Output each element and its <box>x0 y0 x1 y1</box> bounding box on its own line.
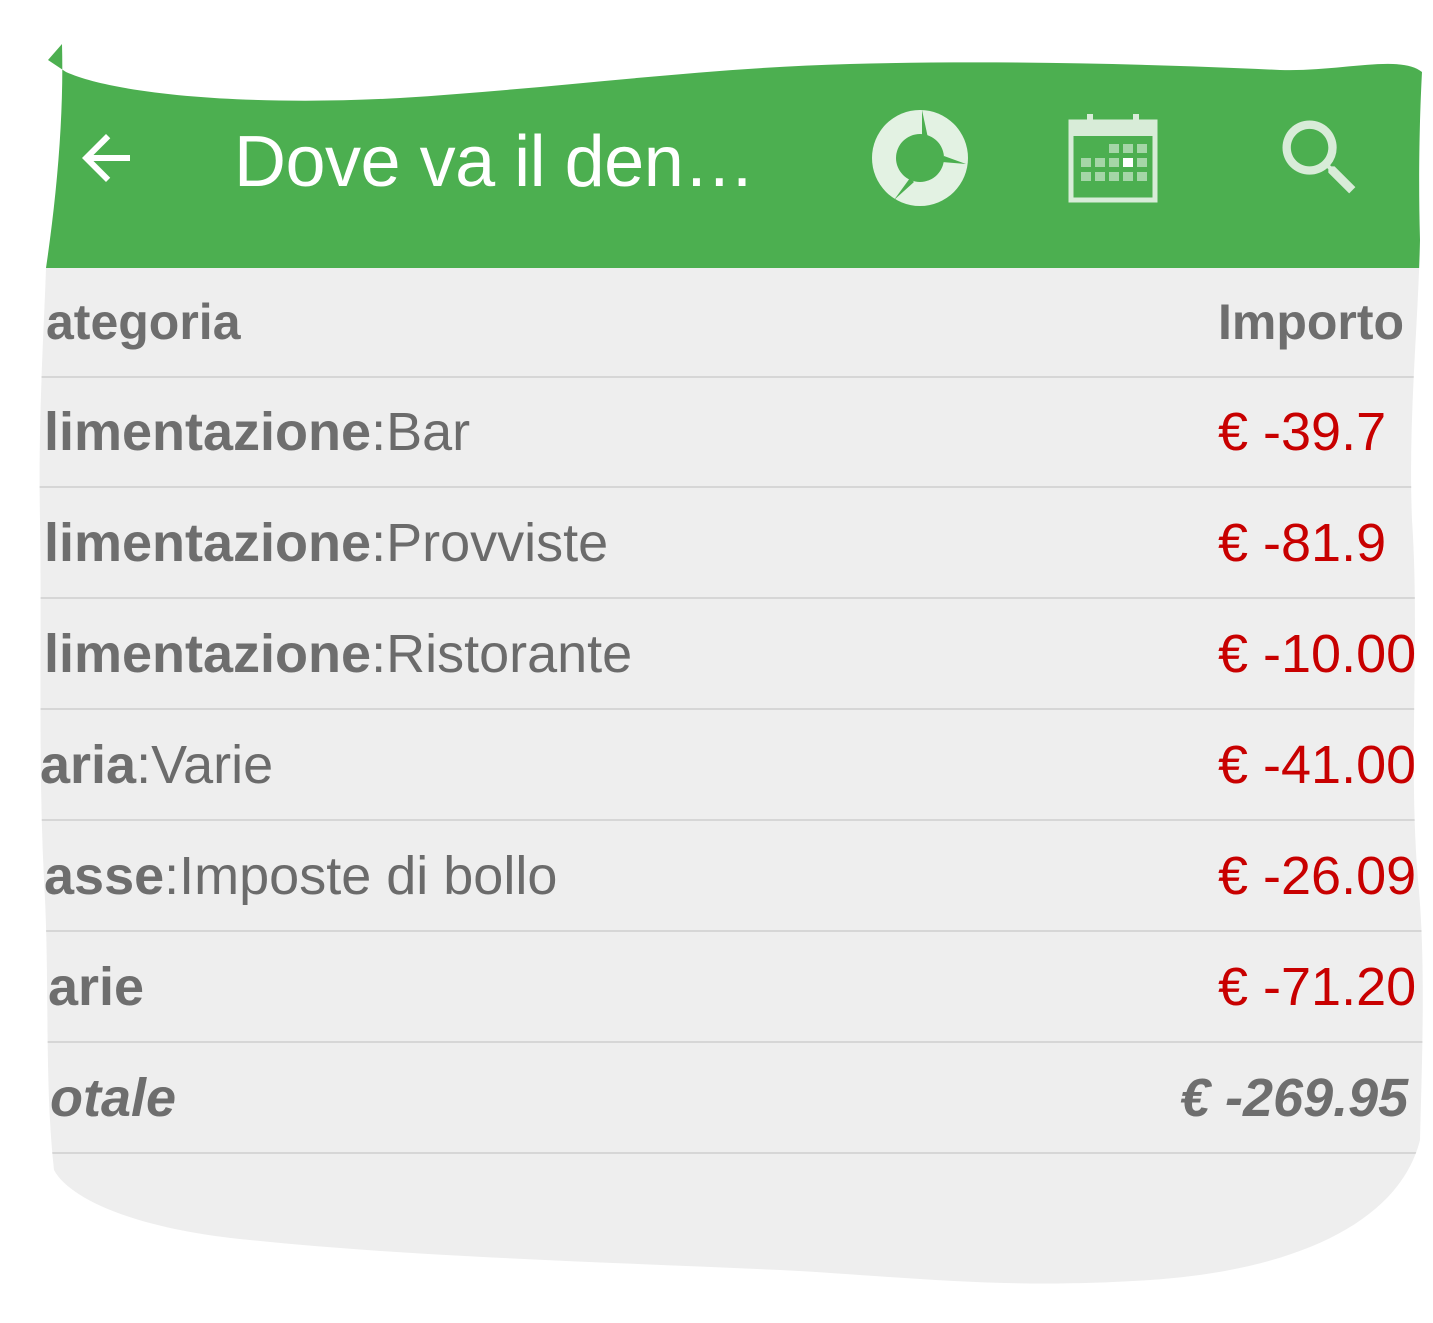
arrow-back-icon <box>70 122 142 194</box>
category-name: limentazione <box>44 402 372 462</box>
table-header: ategoria Importo <box>0 268 1433 378</box>
category-separator: : <box>136 735 152 795</box>
row-amount: € -71.20 <box>1218 957 1417 1017</box>
calendar-button[interactable] <box>1063 108 1163 208</box>
row-category-cell: limentazione : Ristorante <box>44 600 632 708</box>
torn-paper-frame: Dove va il den… ategoria Importo limenta… <box>0 0 1433 1323</box>
page-title: Dove va il den… <box>234 122 755 202</box>
category-separator: : <box>371 513 387 573</box>
subcategory-name: Provviste <box>386 513 609 573</box>
table-row[interactable]: arie € -71.20 <box>0 933 1433 1043</box>
row-amount: € -26.09 <box>1218 846 1417 906</box>
search-button[interactable] <box>1270 108 1370 208</box>
column-header-category: ategoria <box>46 294 241 350</box>
table-row[interactable]: aria : Varie € -41.00 <box>0 711 1433 821</box>
table-total-row: otale € -269.95 <box>0 1044 1433 1154</box>
table-row[interactable]: asse : Imposte di bollo € -26.09 <box>0 822 1433 932</box>
row-amount: € -41.00 <box>1218 735 1417 795</box>
subcategory-name: Varie <box>151 735 274 795</box>
row-category-cell: limentazione : Provviste <box>44 489 608 597</box>
total-amount: € -269.95 <box>1180 1068 1409 1128</box>
category-name: asse <box>44 846 165 906</box>
app-screen: Dove va il den… ategoria Importo limenta… <box>0 0 1433 1323</box>
table-row[interactable]: limentazione : Provviste € -81.9 <box>0 489 1433 599</box>
column-header-amount: Importo <box>1218 294 1405 350</box>
app-toolbar: Dove va il den… <box>0 0 1433 268</box>
back-button[interactable] <box>66 118 146 198</box>
row-category-cell: limentazione : Bar <box>44 378 470 486</box>
table-row[interactable]: limentazione : Bar € -39.7 <box>0 378 1433 488</box>
search-icon <box>1270 108 1370 208</box>
row-amount: € -39.7 <box>1218 402 1387 462</box>
row-amount: € -10.00 <box>1218 624 1417 684</box>
subcategory-name: Imposte di bollo <box>179 846 558 906</box>
subcategory-name: Ristorante <box>386 624 633 684</box>
category-separator: : <box>371 402 387 462</box>
pie-chart-icon <box>870 108 970 208</box>
category-name: aria <box>40 735 137 795</box>
calendar-icon <box>1065 110 1161 206</box>
category-name: arie <box>48 957 145 1017</box>
chart-button[interactable] <box>870 108 970 208</box>
row-category-cell: arie <box>48 933 144 1041</box>
category-separator: : <box>164 846 180 906</box>
category-name: limentazione <box>44 513 372 573</box>
category-name: limentazione <box>44 624 372 684</box>
row-category-cell: aria : Varie <box>40 711 273 819</box>
row-category-cell: asse : Imposte di bollo <box>44 822 557 930</box>
subcategory-name: Bar <box>386 402 471 462</box>
row-amount: € -81.9 <box>1218 513 1387 573</box>
total-label: otale <box>50 1068 177 1128</box>
table-row[interactable]: limentazione : Ristorante € -10.00 <box>0 600 1433 710</box>
category-table: ategoria Importo limentazione : Bar € -3… <box>0 268 1433 1323</box>
category-separator: : <box>371 624 387 684</box>
